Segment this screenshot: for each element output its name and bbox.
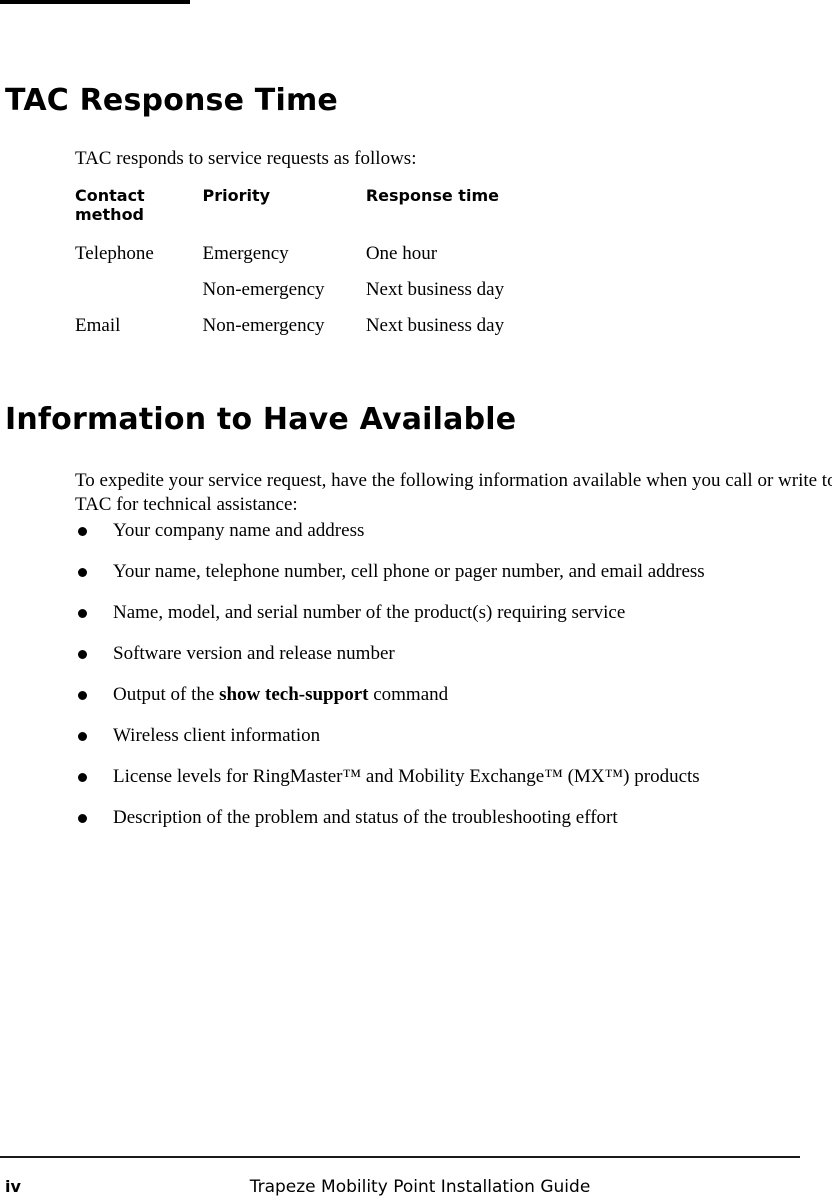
cell-response-time: One hour [365, 243, 438, 264]
information-available-intro-paragraph: To expedite your service request, have t… [75, 470, 832, 515]
column-header-priority: Priority [202, 186, 271, 205]
cell-response-time: Next business day [365, 315, 505, 336]
list-item-label: Software version and release number [113, 643, 395, 664]
table-header-row: Contact method Priority Response time [75, 186, 575, 236]
footer-document-title: Trapeze Mobility Point Installation Guid… [249, 1177, 591, 1197]
list-item: Your company name and address [75, 519, 832, 543]
list-item: License levels for RingMaster™ and Mobil… [75, 765, 832, 789]
command-name: show tech-support [219, 684, 369, 705]
list-item: Wireless client information [75, 724, 832, 748]
cell-contact-method: Telephone [75, 243, 154, 264]
list-item-label-prefix: Output of the [113, 684, 220, 705]
table-row: Non-emergency Next business day [75, 272, 575, 308]
list-item-label: Your company name and address [113, 520, 365, 541]
cell-priority: Non-emergency [202, 315, 325, 336]
information-available-bullet-list: Your company name and address Your name,… [75, 519, 832, 847]
bullet-icon [78, 609, 87, 618]
list-item-command: Output of the show tech-support command [75, 683, 832, 707]
bullet-icon [78, 568, 87, 577]
cell-priority: Non-emergency [202, 279, 325, 300]
cell-response-time: Next business day [365, 279, 505, 300]
cell-priority: Emergency [202, 243, 289, 264]
bullet-icon [78, 814, 87, 823]
list-item-label-suffix: command [368, 684, 449, 705]
column-header-response-time: Response time [365, 186, 499, 205]
list-item: Your name, telephone number, cell phone … [75, 560, 832, 584]
bullet-icon [78, 691, 87, 700]
page-title-tac-response-time: TAC Response Time [5, 83, 338, 119]
table-row: Telephone Emergency One hour [75, 236, 575, 272]
list-item: Description of the problem and status of… [75, 806, 832, 830]
cell-contact-method: Email [75, 315, 121, 336]
bullet-icon [78, 732, 87, 741]
bullet-icon [78, 527, 87, 536]
list-item-label: Wireless client information [113, 725, 321, 746]
list-item-label: Your name, telephone number, cell phone … [113, 561, 705, 582]
list-item-label: Name, model, and serial number of the pr… [113, 602, 626, 623]
tac-response-table: Contact method Priority Response time Te… [75, 186, 575, 344]
top-marker-rule [0, 0, 190, 4]
table-row: Email Non-emergency Next business day [75, 308, 575, 344]
bullet-icon [78, 650, 87, 659]
bullet-icon [78, 773, 87, 782]
tac-response-intro-paragraph: TAC responds to service requests as foll… [75, 148, 417, 169]
column-header-contact-method: Contact method [75, 186, 145, 224]
page-title-information-to-have-available: Information to Have Available [5, 402, 517, 438]
list-item: Software version and release number [75, 642, 832, 666]
list-item: Name, model, and serial number of the pr… [75, 601, 832, 625]
document-page: TAC Response Time TAC responds to servic… [0, 0, 832, 1197]
list-item-label: License levels for RingMaster™ and Mobil… [113, 766, 700, 787]
footer-divider [0, 1156, 800, 1158]
list-item-label: Description of the problem and status of… [113, 807, 618, 828]
